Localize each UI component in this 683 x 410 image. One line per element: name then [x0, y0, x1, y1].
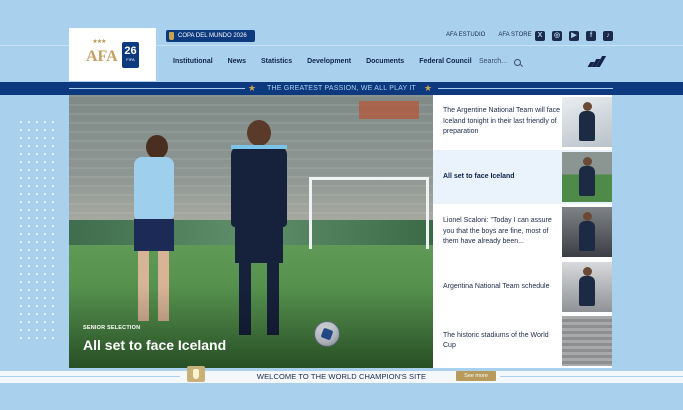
- news-item-title: The historic stadiums of the World Cup: [443, 331, 549, 350]
- world-cup-number: 26: [124, 45, 137, 57]
- news-item[interactable]: Argentina National Team schedule: [433, 260, 612, 314]
- hero-category: SENIOR SELECTION: [83, 325, 141, 331]
- tiktok-icon[interactable]: ♪: [603, 31, 613, 41]
- news-item-active[interactable]: All set to face Iceland: [433, 150, 612, 204]
- nav-item-development[interactable]: Development: [307, 58, 351, 65]
- x-icon[interactable]: X: [535, 31, 545, 41]
- thumbnail-figure: [579, 157, 595, 196]
- news-item-title: Argentina National Team schedule: [443, 282, 550, 290]
- news-thumbnail: [562, 97, 612, 147]
- coach-head: [247, 120, 271, 146]
- news-item[interactable]: Lionel Scaloni: "Today I can assure you …: [433, 205, 612, 259]
- brand-logos[interactable]: ★★★ AFA 26 FIFA: [69, 28, 156, 81]
- thumbnail-figure: [579, 102, 595, 141]
- world-cup-2026-logo: 26 FIFA: [122, 41, 139, 68]
- world-cup-logo-text: FIFA: [126, 57, 135, 62]
- nav-item-statistics[interactable]: Statistics: [261, 58, 292, 65]
- nav-item-institutional[interactable]: Institutional: [173, 58, 213, 65]
- news-thumbnail: [562, 207, 612, 257]
- coach-shorts: [235, 227, 283, 263]
- search-icon[interactable]: [514, 59, 521, 66]
- nav-item-documents[interactable]: Documents: [366, 58, 404, 65]
- trophy-icon: [169, 32, 174, 40]
- crest-wordmark: AFA: [86, 47, 118, 65]
- crest-stars-icon: ★★★: [92, 38, 106, 45]
- player-head: [146, 135, 168, 159]
- news-thumbnail: [562, 152, 612, 202]
- main-nav: Institutional News Statistics Developmen…: [173, 58, 487, 65]
- afa-crest-logo: ★★★ AFA: [86, 38, 118, 72]
- nav-item-federal-council[interactable]: Federal Council: [419, 58, 472, 65]
- coach-shirt-stripe: [231, 145, 287, 149]
- dot-pattern: [17, 118, 59, 340]
- player-shorts: [134, 219, 174, 251]
- slogan-text: THE GREATEST PASSION, WE ALL PLAY IT: [266, 85, 417, 92]
- world-cup-badge-label: COPA DEL MUNDO 2026: [178, 33, 247, 39]
- thumbnail-figure: [579, 267, 595, 306]
- welcome-text: WELCOME TO THE WORLD CHAMPION'S SITE: [256, 372, 427, 381]
- top-links: AFA ESTUDIO AFA STORE: [446, 32, 532, 38]
- coach-shirt: [231, 145, 287, 227]
- player-shirt: [134, 157, 174, 219]
- link-afa-estudio[interactable]: AFA ESTUDIO: [446, 32, 485, 38]
- adidas-logo[interactable]: [585, 55, 607, 67]
- instagram-icon[interactable]: ◎: [552, 31, 562, 41]
- see-more-button[interactable]: See more: [456, 371, 496, 381]
- news-item[interactable]: The historic stadiums of the World Cup: [433, 314, 612, 368]
- hero-goal: [309, 177, 429, 249]
- news-item-title: Lionel Scaloni: "Today I can assure you …: [443, 217, 552, 246]
- hero-banner[interactable]: SENIOR SELECTION All set to face Iceland: [69, 95, 433, 368]
- hero-seats: [359, 101, 419, 119]
- link-afa-store[interactable]: AFA STORE: [498, 32, 531, 38]
- thumbnail-figure: [579, 212, 595, 251]
- news-list: The Argentine National Team will face Ic…: [433, 95, 612, 368]
- world-cup-badge[interactable]: COPA DEL MUNDO 2026: [166, 30, 255, 42]
- facebook-icon[interactable]: f: [586, 31, 596, 41]
- news-item-title: All set to face Iceland: [443, 172, 515, 180]
- news-item[interactable]: The Argentine National Team will face Ic…: [433, 95, 612, 149]
- news-thumbnail: [562, 316, 612, 366]
- search-input[interactable]: Search...: [479, 58, 507, 65]
- slogan-bar: ★ ★ THE GREATEST PASSION, WE ALL PLAY IT: [0, 82, 683, 95]
- news-item-title: The Argentine National Team will face Ic…: [443, 107, 560, 136]
- news-thumbnail: [562, 262, 612, 312]
- social-links: X ◎ ▶ f ♪: [535, 31, 613, 41]
- hero-title[interactable]: All set to face Iceland: [83, 337, 226, 353]
- nav-item-news[interactable]: News: [228, 58, 246, 65]
- youtube-icon[interactable]: ▶: [569, 31, 579, 41]
